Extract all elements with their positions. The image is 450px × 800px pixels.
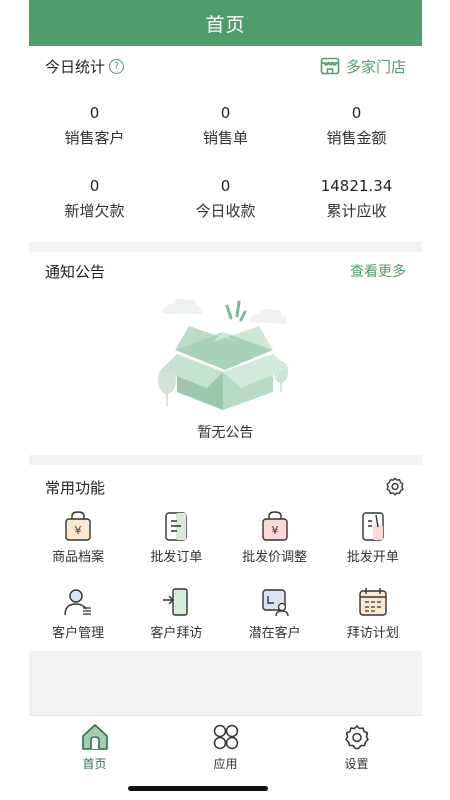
func-label: 潜在客户 <box>248 626 301 641</box>
func-label: 拜访计划 <box>346 626 399 641</box>
stat-new-debt[interactable]: 0 新增欠款 <box>29 176 160 221</box>
func-label: 客户管理 <box>52 626 105 641</box>
functions-grid: ¥ 商品档案 批发订单 ¥ 批发价调整 批发开单 客户管理 客户拜访 潜在客户 … <box>29 509 422 651</box>
stat-label: 销售单 <box>202 129 248 147</box>
stat-label: 今日收款 <box>195 202 256 220</box>
stats-title: 今日统计 <box>45 57 106 76</box>
view-more-link[interactable]: 查看更多 <box>350 261 406 281</box>
price-tag-yuan-icon: ¥ <box>261 511 288 541</box>
potential-customer-icon <box>261 589 289 617</box>
empty-box-illustration <box>158 298 289 410</box>
common-functions-card: 常用功能 ¥ 商品档案 批发订单 ¥ 批发价调整 批发开单 客户管理 客户拜访 … <box>29 465 422 651</box>
shopping-bag-yuan-icon: ¥ <box>65 511 91 541</box>
multi-store-button[interactable]: 多家门店 <box>320 56 406 77</box>
notice-card: 通知公告 查看更多 暂无公告 <box>29 252 422 455</box>
stat-label: 销售金额 <box>326 129 387 147</box>
stat-value: 0 <box>220 104 231 122</box>
stat-sales-amount[interactable]: 0 销售金额 <box>291 103 422 148</box>
stats-title-group: 今日统计 ? <box>45 56 125 77</box>
tab-label: 应用 <box>213 757 238 771</box>
functions-header: 常用功能 <box>29 465 422 509</box>
app-screen: 首页 今日统计 ? 多家门店 0 销售客户 0 销售单 0 销售金额 0 新增欠… <box>29 0 422 800</box>
notice-header: 通知公告 查看更多 <box>29 252 422 290</box>
empty-notice-text: 暂无公告 <box>197 425 254 441</box>
clipboard-icon <box>165 512 188 541</box>
customer-icon <box>64 589 92 616</box>
stat-value: 0 <box>89 177 100 195</box>
home-indicator[interactable] <box>128 786 268 791</box>
door-enter-icon <box>163 588 189 616</box>
func-label: 客户拜访 <box>150 626 203 641</box>
func-label: 商品档案 <box>52 550 105 565</box>
func-potential-customer[interactable]: 潜在客户 <box>226 585 324 651</box>
stat-value: 0 <box>351 104 362 122</box>
stat-sales-orders[interactable]: 0 销售单 <box>160 103 291 148</box>
svg-text:¥: ¥ <box>271 524 278 537</box>
multi-store-label: 多家门店 <box>345 57 406 76</box>
func-label: 批发开单 <box>346 550 399 565</box>
gear-icon[interactable] <box>384 476 406 498</box>
document-edit-icon <box>362 512 384 541</box>
svg-text:¥: ¥ <box>75 524 82 537</box>
notice-title: 通知公告 <box>45 262 106 281</box>
apps-icon <box>213 724 238 750</box>
tab-label: 首页 <box>82 757 107 771</box>
stat-total-receivable[interactable]: 14821.34 累计应收 <box>291 176 422 221</box>
tab-settings[interactable]: 设置 <box>291 716 422 800</box>
func-label: 批发价调整 <box>242 550 308 565</box>
page-title: 首页 <box>205 13 246 36</box>
stat-value: 0 <box>89 104 100 122</box>
stat-sales-customers[interactable]: 0 销售客户 <box>29 103 160 148</box>
func-label: 批发订单 <box>150 550 203 565</box>
stats-header: 今日统计 ? 多家门店 <box>29 46 422 86</box>
tab-label: 设置 <box>344 757 369 771</box>
calendar-icon <box>359 588 387 616</box>
func-customer-visit[interactable]: 客户拜访 <box>127 585 225 651</box>
section-divider <box>29 455 422 465</box>
stat-label: 新增欠款 <box>64 202 125 220</box>
store-icon <box>320 57 340 75</box>
func-wholesale-order[interactable]: 批发订单 <box>127 509 225 575</box>
func-wholesale-price-adjust[interactable]: ¥ 批发价调整 <box>226 509 324 575</box>
stat-value: 14821.34 <box>320 177 393 195</box>
stats-grid: 0 销售客户 0 销售单 0 销售金额 0 新增欠款 0 今日收款 14821.… <box>29 86 422 221</box>
help-icon[interactable]: ? <box>109 58 125 74</box>
stat-label: 销售客户 <box>64 129 125 147</box>
stat-label: 累计应收 <box>326 202 387 220</box>
func-customer-management[interactable]: 客户管理 <box>29 585 127 651</box>
today-stats-card: 今日统计 ? 多家门店 0 销售客户 0 销售单 0 销售金额 0 新增欠款 0… <box>29 46 422 242</box>
stat-today-receipts[interactable]: 0 今日收款 <box>160 176 291 221</box>
home-icon <box>81 724 108 750</box>
func-product-archive[interactable]: ¥ 商品档案 <box>29 509 127 575</box>
section-divider <box>29 242 422 252</box>
settings-icon <box>344 725 369 750</box>
functions-title: 常用功能 <box>45 478 106 497</box>
page-header: 首页 <box>29 0 422 46</box>
func-wholesale-billing[interactable]: 批发开单 <box>324 509 422 575</box>
func-visit-plan[interactable]: 拜访计划 <box>324 585 422 651</box>
stat-value: 0 <box>220 177 231 195</box>
